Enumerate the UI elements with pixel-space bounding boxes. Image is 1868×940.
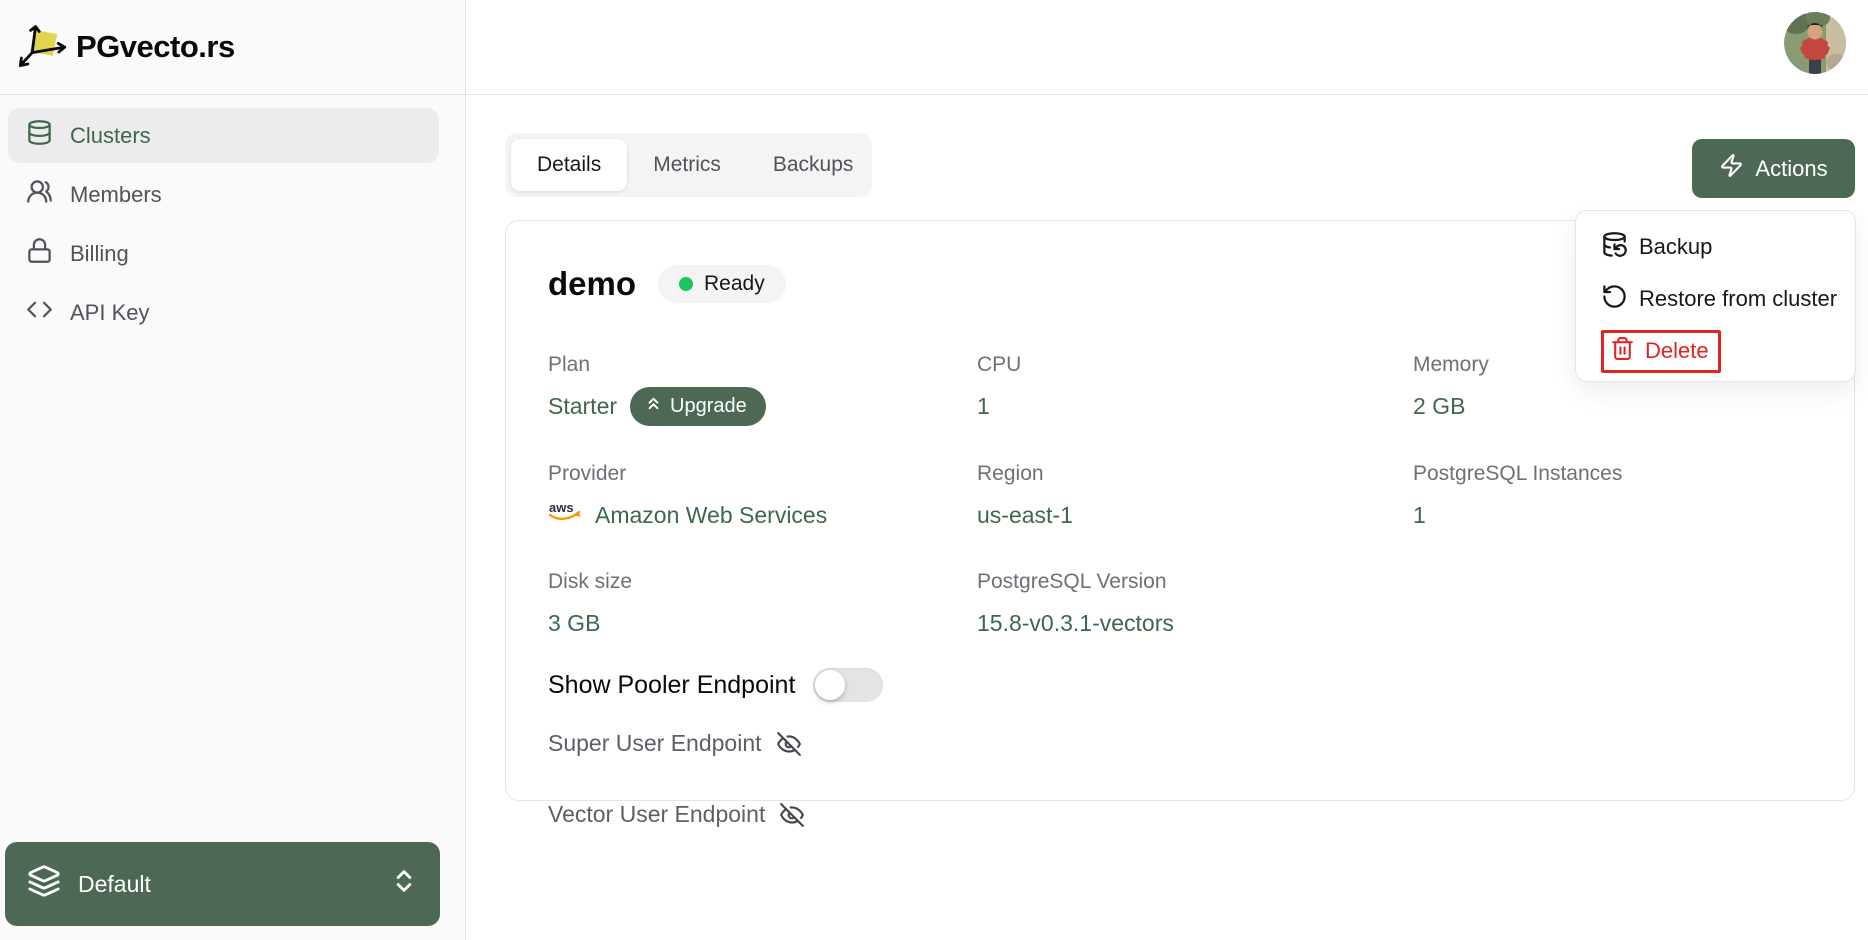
chevrons-up-down-icon [390, 867, 418, 901]
super-user-endpoint-row: Super User Endpoint [548, 730, 1814, 757]
field-value: 1 [977, 392, 990, 419]
sidebar-item-members[interactable]: Members [8, 167, 439, 222]
svg-text:aws: aws [549, 500, 574, 515]
field-label: CPU [977, 353, 1022, 376]
field-postgres-instances: PostgreSQL Instances 1 [1413, 462, 1814, 534]
super-user-endpoint-label: Super User Endpoint [548, 730, 762, 756]
status-badge: Ready [658, 265, 786, 303]
layers-icon [27, 864, 61, 904]
tab-backups[interactable]: Backups [747, 139, 880, 191]
sidebar-item-label: Clusters [70, 122, 151, 148]
pooler-row: Show Pooler Endpoint [548, 668, 1814, 702]
actions-menu: Backup Restore from cluster Delete [1575, 210, 1856, 382]
field-value: Starter [548, 393, 618, 419]
org-switcher-label: Default [78, 870, 151, 897]
pooler-toggle-label: Show Pooler Endpoint [548, 670, 796, 699]
field-value: 1 [1413, 501, 1426, 528]
delete-highlight-box: Delete [1601, 329, 1721, 373]
field-region: Region us-east-1 [977, 462, 1413, 534]
sidebar-nav: Clusters Members Billing API Key [0, 95, 465, 340]
sidebar-item-label: Members [70, 181, 162, 207]
topbar [466, 0, 1868, 95]
field-label: PostgreSQL Instances [1413, 462, 1623, 485]
aws-logo-icon: aws [548, 499, 582, 531]
field-disk-size: Disk size 3 GB [548, 570, 977, 642]
status-dot-icon [679, 277, 694, 291]
field-label: PostgreSQL Version [977, 570, 1167, 593]
sidebar: PGvecto.rs Clusters Members Billing API … [0, 0, 466, 940]
database-backup-icon [1601, 231, 1628, 264]
tab-label: Details [537, 153, 602, 176]
database-icon [26, 119, 53, 152]
field-label: Plan [548, 353, 591, 376]
zap-icon [1719, 153, 1744, 184]
tab-label: Backups [772, 153, 854, 176]
field-value: Amazon Web Services [595, 501, 828, 528]
status-label: Ready [704, 272, 765, 295]
eye-off-icon[interactable] [779, 802, 805, 828]
field-label: Region [977, 462, 1044, 485]
field-label: Disk size [548, 570, 633, 593]
field-postgres-version: PostgreSQL Version 15.8-v0.3.1-vectors [977, 570, 1413, 642]
menu-item-label: Delete [1645, 338, 1709, 363]
chevrons-up-icon [644, 394, 663, 419]
pgvecto-logo-icon [16, 19, 68, 76]
field-value: 15.8-v0.3.1-vectors [977, 609, 1174, 636]
cluster-field-grid: Plan Starter Upgrade CPU 1 Memory 2 GB P… [548, 353, 1814, 642]
upgrade-label: Upgrade [670, 395, 747, 417]
field-value: 2 GB [1413, 392, 1466, 419]
field-plan: Plan Starter Upgrade [548, 353, 977, 426]
sidebar-item-label: Billing [70, 240, 129, 266]
menu-item-label: Restore from cluster [1639, 286, 1838, 311]
app-logo: PGvecto.rs [0, 0, 465, 95]
tab-metrics[interactable]: Metrics [627, 139, 747, 191]
menu-item-backup[interactable]: Backup [1601, 221, 1855, 273]
tabbar: Details Metrics Backups [505, 133, 872, 197]
field-value: 3 GB [548, 609, 601, 636]
sidebar-item-api-key[interactable]: API Key [8, 285, 439, 340]
app-title: PGvecto.rs [76, 29, 235, 64]
rotate-ccw-icon [1601, 283, 1628, 316]
users-icon [26, 178, 53, 211]
field-value: us-east-1 [977, 501, 1073, 528]
avatar[interactable] [1784, 12, 1846, 74]
eye-off-icon[interactable] [776, 731, 802, 757]
tab-details[interactable]: Details [511, 139, 628, 191]
menu-item-delete[interactable]: Delete [1601, 325, 1855, 377]
vector-user-endpoint-label: Vector User Endpoint [548, 801, 766, 827]
lock-icon [26, 237, 53, 270]
pooler-toggle[interactable] [813, 668, 884, 702]
tab-label: Metrics [653, 153, 721, 176]
sidebar-item-billing[interactable]: Billing [8, 226, 439, 281]
field-label: Provider [548, 462, 627, 485]
code-icon [26, 296, 53, 329]
sidebar-item-label: API Key [70, 299, 150, 325]
cluster-name: demo [548, 265, 637, 302]
sidebar-item-clusters[interactable]: Clusters [8, 108, 439, 163]
trash-icon [1610, 336, 1635, 367]
field-cpu: CPU 1 [977, 353, 1413, 426]
actions-button[interactable]: Actions [1692, 139, 1855, 198]
upgrade-button[interactable]: Upgrade [630, 387, 766, 426]
toggle-knob [815, 670, 846, 700]
menu-item-label: Backup [1639, 234, 1713, 259]
org-switcher-button[interactable]: Default [5, 842, 440, 926]
menu-item-restore[interactable]: Restore from cluster [1601, 273, 1855, 325]
vector-user-endpoint-row: Vector User Endpoint [548, 801, 1814, 828]
field-provider: Provider aws Amazon Web Services [548, 462, 977, 534]
actions-button-label: Actions [1755, 155, 1828, 181]
